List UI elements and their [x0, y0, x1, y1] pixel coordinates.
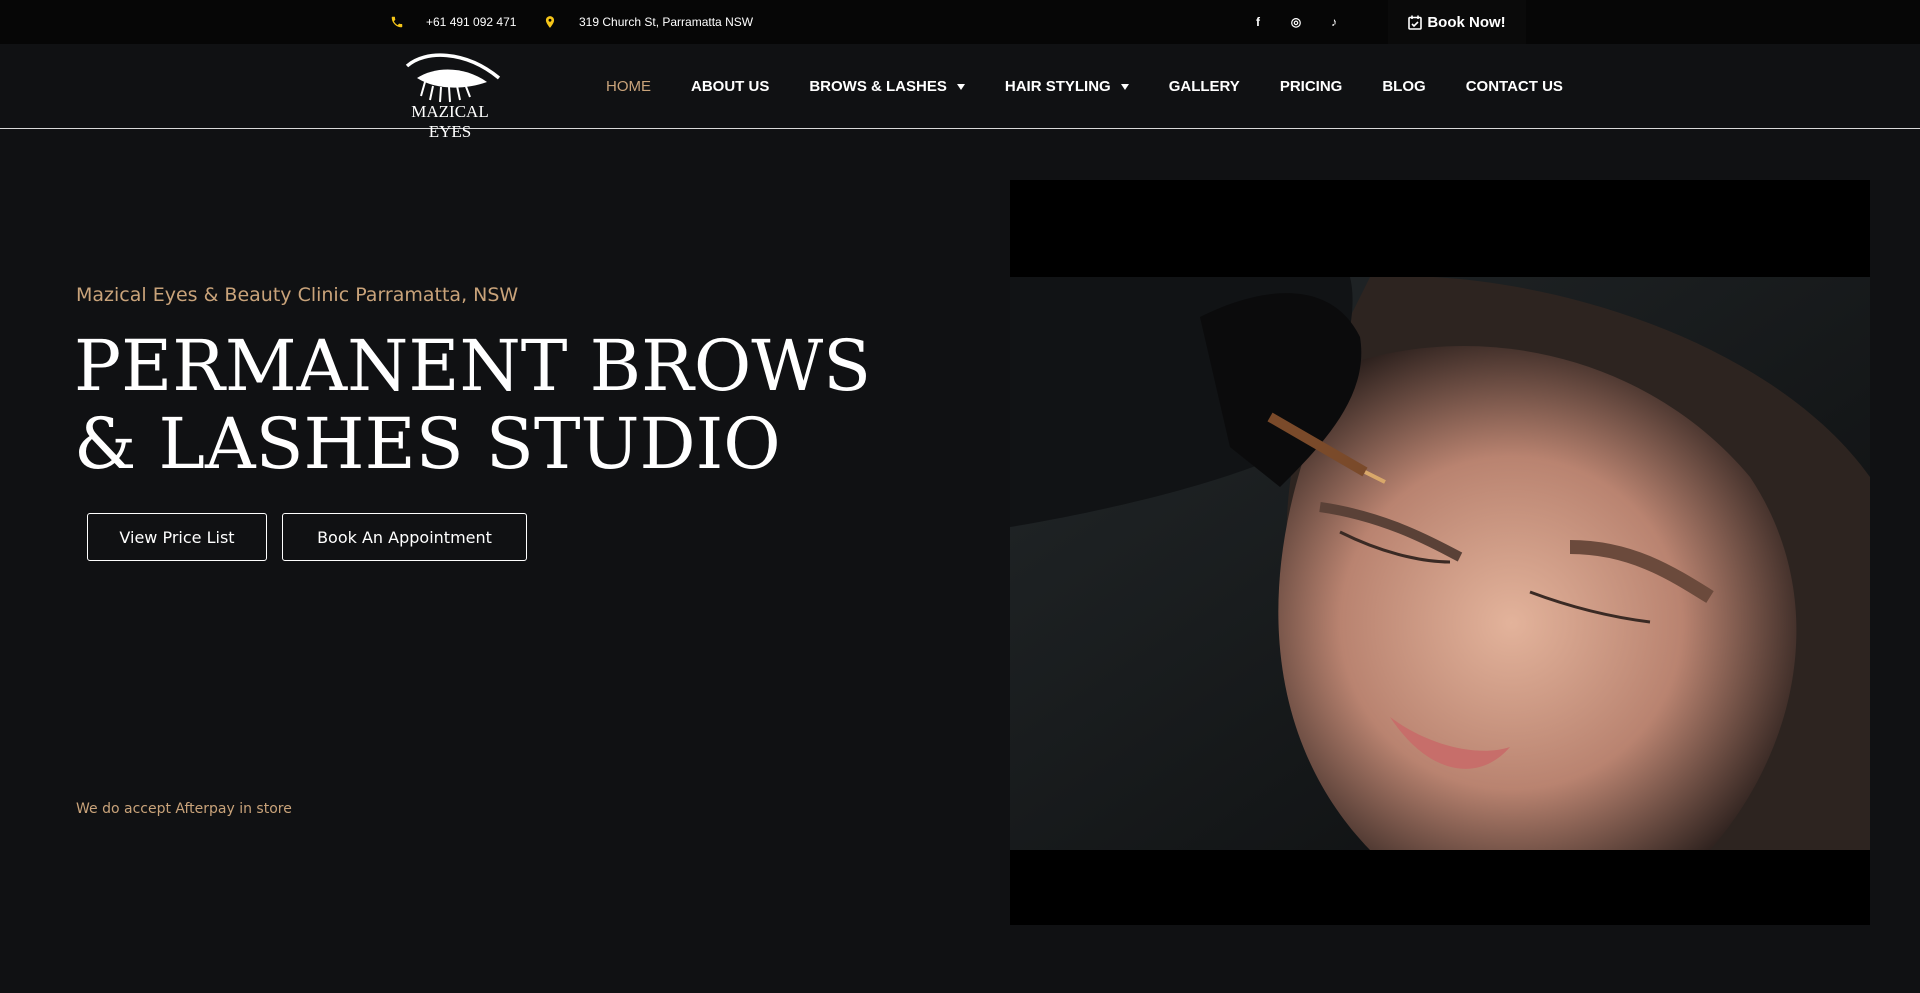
- phone-contact[interactable]: +61 491 092 471: [390, 0, 516, 44]
- nav-label: CONTACT US: [1465, 78, 1563, 95]
- map-pin-icon: [545, 16, 555, 28]
- nav-label: BLOG: [1382, 78, 1426, 95]
- social-links: f ◎ ♪: [1250, 0, 1342, 44]
- caret-down-icon: [956, 83, 965, 90]
- hero-title-line-2: & LASHES STUDIO: [74, 403, 781, 485]
- nav-item-pricing[interactable]: PRICING: [1280, 78, 1343, 95]
- site-logo[interactable]: MAZICAL EYES: [395, 52, 505, 141]
- nav-item-blog[interactable]: BLOG: [1382, 78, 1425, 95]
- nav-label: HOME: [606, 78, 651, 95]
- eye-logo-icon: [405, 53, 501, 103]
- address-contact[interactable]: 319 Church St, Parramatta NSW: [543, 0, 753, 44]
- facebook-icon[interactable]: f: [1250, 14, 1266, 30]
- nav-item-home[interactable]: HOME: [606, 78, 651, 95]
- hero-photo: [1010, 277, 1870, 850]
- nav-item-gallery[interactable]: GALLERY: [1169, 78, 1240, 95]
- main-nav: MAZICAL EYES HOME ABOUT US BROWS & LASHE…: [0, 44, 1920, 141]
- nav-item-hair-styling[interactable]: HAIR STYLING: [1005, 78, 1129, 95]
- nav-item-brows-lashes[interactable]: BROWS & LASHES: [809, 78, 965, 95]
- brow-treatment-photo: [1010, 277, 1870, 850]
- tiktok-icon[interactable]: ♪: [1326, 14, 1342, 30]
- instagram-icon[interactable]: ◎: [1288, 14, 1304, 30]
- top-bar: +61 491 092 471 319 Church St, Parramatt…: [0, 0, 1920, 44]
- caret-down-icon: [1120, 83, 1129, 90]
- nav-label: PRICING: [1279, 78, 1343, 95]
- afterpay-note: We do accept Afterpay in store: [76, 801, 292, 817]
- nav-label: ABOUT US: [691, 78, 770, 95]
- nav-label: GALLERY: [1168, 78, 1240, 95]
- nav-menu: HOME ABOUT US BROWS & LASHES HAIR STYLIN…: [606, 44, 1603, 129]
- phone-icon: [391, 16, 403, 28]
- phone-number[interactable]: +61 491 092 471: [426, 15, 516, 29]
- nav-item-about-us[interactable]: ABOUT US: [691, 78, 769, 95]
- book-now-button[interactable]: Book Now!: [1388, 0, 1526, 44]
- book-now-label: Book Now!: [1427, 13, 1506, 31]
- hero-title: PERMANENT BROWS & LASHES STUDIO: [74, 327, 871, 483]
- calendar-check-icon: [1408, 15, 1423, 30]
- hero-subtitle: Mazical Eyes & Beauty Clinic Parramatta,…: [76, 284, 519, 306]
- book-appointment-button[interactable]: Book An Appointment: [282, 513, 527, 561]
- nav-item-contact-us[interactable]: CONTACT US: [1466, 78, 1563, 95]
- hero-title-line-1: PERMANENT BROWS: [74, 325, 872, 407]
- logo-text: MAZICAL EYES: [411, 102, 489, 141]
- hero-image-frame: [1010, 180, 1870, 925]
- view-price-list-button[interactable]: View Price List: [87, 513, 267, 561]
- nav-label: HAIR STYLING: [1004, 78, 1111, 95]
- nav-label: BROWS & LASHES: [809, 78, 947, 95]
- address-text[interactable]: 319 Church St, Parramatta NSW: [579, 15, 753, 29]
